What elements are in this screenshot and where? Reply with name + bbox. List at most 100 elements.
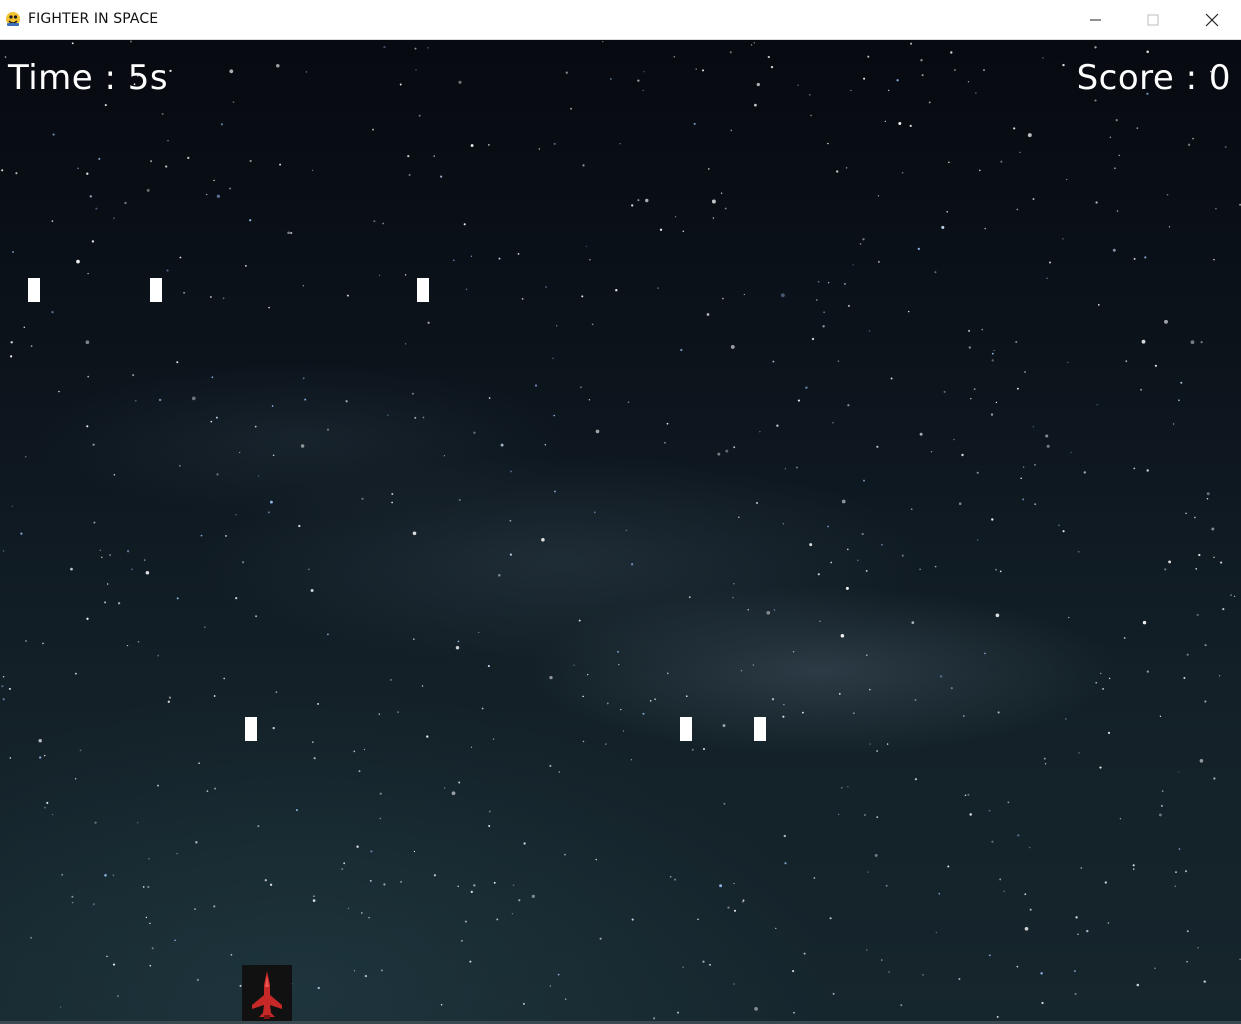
star — [1094, 99, 1097, 102]
star — [587, 673, 589, 676]
star — [752, 664, 755, 666]
star — [967, 81, 970, 83]
star — [150, 160, 153, 163]
star — [458, 498, 461, 502]
star — [876, 816, 879, 818]
star — [738, 516, 740, 519]
star — [934, 565, 937, 568]
star — [808, 93, 811, 96]
star — [1119, 818, 1122, 820]
star — [1186, 960, 1188, 963]
star — [991, 352, 994, 355]
star — [797, 84, 799, 86]
star — [235, 596, 238, 600]
star — [112, 963, 116, 966]
star — [1213, 556, 1215, 559]
star — [964, 794, 967, 797]
star — [1049, 261, 1051, 264]
star — [983, 69, 985, 71]
star — [874, 853, 878, 857]
star — [1198, 553, 1201, 557]
star — [1013, 127, 1016, 130]
star — [554, 490, 556, 493]
star — [99, 549, 101, 551]
star — [978, 169, 981, 172]
star — [1224, 146, 1227, 149]
star — [802, 711, 804, 714]
star — [1183, 677, 1186, 679]
star — [733, 983, 735, 985]
star — [720, 192, 723, 194]
star — [85, 340, 90, 345]
star — [206, 790, 209, 792]
star — [861, 532, 864, 536]
star — [691, 748, 694, 751]
star — [580, 386, 582, 388]
star — [143, 559, 146, 561]
star — [86, 425, 89, 428]
star — [946, 211, 948, 213]
star — [792, 970, 795, 973]
star — [1097, 304, 1100, 306]
star — [38, 738, 42, 743]
star — [302, 377, 305, 380]
star — [1, 685, 4, 688]
star — [1220, 561, 1223, 564]
maximize-button[interactable] — [1124, 0, 1182, 40]
star — [361, 497, 364, 500]
star — [87, 272, 89, 275]
star — [1146, 670, 1149, 673]
star — [943, 390, 946, 393]
star — [363, 748, 366, 751]
star — [564, 998, 567, 1000]
star — [727, 906, 730, 909]
star — [86, 617, 89, 620]
star — [642, 712, 645, 715]
star — [907, 310, 910, 313]
star — [605, 743, 607, 745]
star — [166, 269, 169, 272]
star — [1196, 613, 1199, 617]
star — [682, 230, 685, 233]
star — [465, 288, 468, 291]
star — [722, 724, 726, 728]
star — [1017, 834, 1020, 837]
star — [1080, 867, 1083, 869]
star — [412, 531, 417, 536]
star — [11, 250, 15, 254]
title-bar[interactable]: FIGHTER IN SPACE — [0, 0, 1241, 40]
star — [652, 1017, 656, 1020]
star — [481, 707, 484, 710]
star — [433, 874, 437, 877]
star — [312, 169, 314, 171]
enemy-block — [28, 278, 40, 302]
game-canvas[interactable]: Time : 5s Score : 0 — [0, 40, 1241, 1021]
star — [157, 784, 159, 787]
star — [564, 853, 566, 856]
star — [782, 523, 785, 525]
star — [783, 834, 786, 838]
star — [132, 374, 135, 377]
star — [803, 952, 806, 955]
star — [602, 40, 604, 43]
close-button[interactable] — [1183, 0, 1241, 40]
minimize-button[interactable] — [1066, 0, 1124, 40]
star — [215, 416, 218, 419]
star — [810, 114, 812, 117]
star — [781, 293, 785, 298]
star — [198, 762, 200, 765]
star — [1062, 530, 1065, 533]
star — [756, 82, 760, 87]
star — [1045, 434, 1049, 438]
star — [549, 675, 553, 680]
star — [79, 749, 82, 752]
star — [695, 68, 697, 70]
star — [996, 1015, 999, 1018]
star — [517, 253, 520, 255]
star — [743, 293, 745, 296]
star — [497, 573, 501, 577]
star — [1095, 681, 1097, 684]
star — [86, 172, 89, 175]
star — [279, 163, 282, 166]
star — [935, 931, 937, 934]
